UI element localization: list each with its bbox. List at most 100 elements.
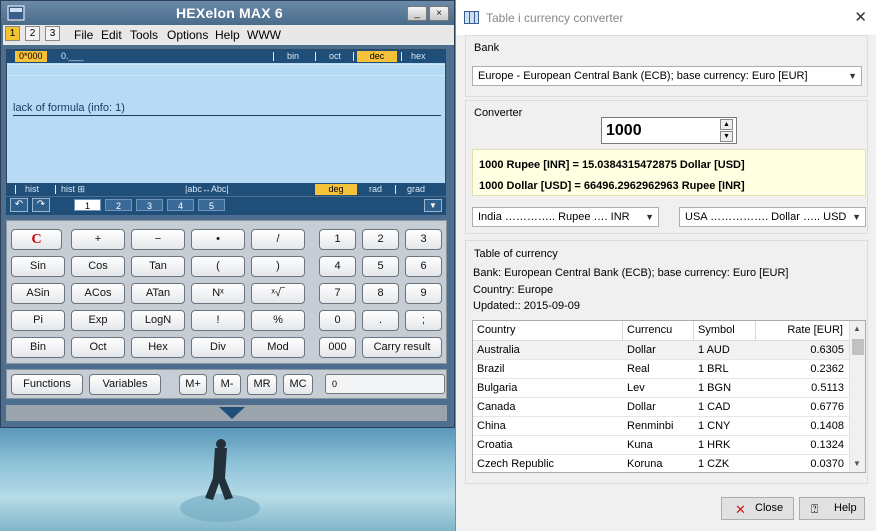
- root-button[interactable]: ˣ√‾: [251, 283, 305, 304]
- open-paren-button[interactable]: (: [191, 256, 245, 277]
- memory-tab-2[interactable]: 2: [25, 26, 40, 41]
- digit-1-button[interactable]: 1: [319, 229, 356, 250]
- menu-help[interactable]: Help: [215, 28, 240, 42]
- logn-button[interactable]: LogN: [131, 310, 185, 331]
- memory-add-button[interactable]: M+: [179, 374, 207, 395]
- base-oct[interactable]: oct: [325, 51, 345, 62]
- redo-icon[interactable]: ↷: [32, 198, 50, 212]
- case-toggle[interactable]: |abc↔Abc|: [181, 184, 233, 195]
- table-row[interactable]: Brazil Real 1 BRL 0.2362: [473, 360, 850, 379]
- div-button[interactable]: Div: [191, 337, 245, 358]
- expand-arrow-icon[interactable]: [219, 407, 245, 419]
- undo-icon[interactable]: ↶: [10, 198, 28, 212]
- tan-button[interactable]: Tan: [131, 256, 185, 277]
- menu-file[interactable]: File: [74, 28, 93, 42]
- angle-grad[interactable]: grad: [403, 184, 429, 195]
- help-button[interactable]: ⍰ Help: [799, 497, 865, 520]
- memory-recall-button[interactable]: MR: [247, 374, 277, 395]
- to-currency-select[interactable]: USA ……………. Dollar ….. USD ▼: [679, 207, 866, 227]
- exp-button[interactable]: Exp: [71, 310, 125, 331]
- menu-www[interactable]: WWW: [247, 28, 281, 42]
- menu-tools[interactable]: Tools: [130, 28, 158, 42]
- carry-result-button[interactable]: Carry result: [362, 337, 442, 358]
- table-row[interactable]: Australia Dollar 1 AUD 0.6305: [473, 341, 850, 360]
- percent-button[interactable]: %: [251, 310, 305, 331]
- minimize-button[interactable]: _: [407, 6, 427, 21]
- close-icon[interactable]: ✕: [854, 8, 867, 26]
- table-row[interactable]: Canada Dollar 1 CAD 0.6776: [473, 398, 850, 417]
- bank-select[interactable]: Europe - European Central Bank (ECB); ba…: [472, 66, 862, 86]
- table-scrollbar[interactable]: ▲ ▼: [849, 321, 865, 472]
- memory-subtract-button[interactable]: M-: [213, 374, 241, 395]
- column-header-symbol[interactable]: Symbol: [694, 321, 756, 341]
- number-tab-4[interactable]: 4: [167, 199, 194, 211]
- chevron-down-icon[interactable]: ▼: [424, 199, 442, 212]
- minus-button[interactable]: −: [131, 229, 185, 250]
- multiply-button[interactable]: •: [191, 229, 245, 250]
- triple-zero-button[interactable]: 000: [319, 337, 356, 358]
- angle-rad[interactable]: rad: [365, 184, 386, 195]
- atan-button[interactable]: ATan: [131, 283, 185, 304]
- sin-button[interactable]: Sin: [11, 256, 65, 277]
- hist-button[interactable]: hist: [21, 184, 43, 195]
- table-row[interactable]: Croatia Kuna 1 HRK 0.1324: [473, 436, 850, 455]
- digit-2-button[interactable]: 2: [362, 229, 399, 250]
- memory-clear-button[interactable]: MC: [283, 374, 313, 395]
- close-paren-button[interactable]: ): [251, 256, 305, 277]
- power-button[interactable]: Nˣ: [191, 283, 245, 304]
- variables-button[interactable]: Variables: [89, 374, 161, 395]
- digit-3-button[interactable]: 3: [405, 229, 442, 250]
- pi-button[interactable]: Pi: [11, 310, 65, 331]
- base-dec[interactable]: dec: [357, 51, 397, 62]
- column-header-country[interactable]: Country: [473, 321, 623, 341]
- memory-tab-1[interactable]: 1: [5, 26, 20, 41]
- spin-up-icon[interactable]: ▲: [720, 119, 733, 130]
- hist-expand-button[interactable]: hist ⊞: [57, 184, 89, 195]
- digit-4-button[interactable]: 4: [319, 256, 356, 277]
- asin-button[interactable]: ASin: [11, 283, 65, 304]
- memory-tab-3[interactable]: 3: [45, 26, 60, 41]
- hex-button[interactable]: Hex: [131, 337, 185, 358]
- column-header-rate[interactable]: Rate [EUR]: [756, 321, 850, 341]
- digit-5-button[interactable]: 5: [362, 256, 399, 277]
- column-header-currency[interactable]: Currencu: [623, 321, 694, 341]
- amount-input[interactable]: 1000: [601, 117, 737, 144]
- scroll-up-icon[interactable]: ▲: [853, 324, 861, 333]
- from-currency-select[interactable]: India ………….. Rupee …. INR ▼: [472, 207, 659, 227]
- bin-button[interactable]: Bin: [11, 337, 65, 358]
- divide-button[interactable]: /: [251, 229, 305, 250]
- plus-button[interactable]: +: [71, 229, 125, 250]
- close-button[interactable]: ×: [429, 6, 449, 21]
- clear-button[interactable]: C: [11, 229, 62, 250]
- acos-button[interactable]: ACos: [71, 283, 125, 304]
- menu-edit[interactable]: Edit: [101, 28, 122, 42]
- table-row[interactable]: China Renminbi 1 CNY 0.1408: [473, 417, 850, 436]
- digit-0-button[interactable]: 0: [319, 310, 356, 331]
- close-button[interactable]: ✕ Close: [721, 497, 794, 520]
- semicolon-button[interactable]: ;: [405, 310, 442, 331]
- number-tab-2[interactable]: 2: [105, 199, 132, 211]
- mod-button[interactable]: Mod: [251, 337, 305, 358]
- spin-down-icon[interactable]: ▼: [720, 131, 733, 142]
- base-hex[interactable]: hex: [407, 51, 430, 62]
- cos-button[interactable]: Cos: [71, 256, 125, 277]
- number-tab-5[interactable]: 5: [198, 199, 225, 211]
- oct-button[interactable]: Oct: [71, 337, 125, 358]
- digit-6-button[interactable]: 6: [405, 256, 442, 277]
- table-row[interactable]: Czech Republic Koruna 1 CZK 0.0370: [473, 455, 850, 472]
- number-tab-3[interactable]: 3: [136, 199, 163, 211]
- menu-options[interactable]: Options: [167, 28, 208, 42]
- scroll-down-icon[interactable]: ▼: [853, 459, 861, 468]
- functions-button[interactable]: Functions: [11, 374, 83, 395]
- digit-8-button[interactable]: 8: [362, 283, 399, 304]
- decimal-button[interactable]: .: [362, 310, 399, 331]
- factorial-button[interactable]: !: [191, 310, 245, 331]
- number-tab-1[interactable]: 1: [74, 199, 101, 211]
- resize-grip[interactable]: [6, 405, 447, 421]
- digit-7-button[interactable]: 7: [319, 283, 356, 304]
- digit-9-button[interactable]: 9: [405, 283, 442, 304]
- table-row[interactable]: Bulgaria Lev 1 BGN 0.5113: [473, 379, 850, 398]
- angle-deg[interactable]: deg: [315, 184, 357, 195]
- scroll-thumb[interactable]: [852, 339, 864, 355]
- base-bin[interactable]: bin: [283, 51, 303, 62]
